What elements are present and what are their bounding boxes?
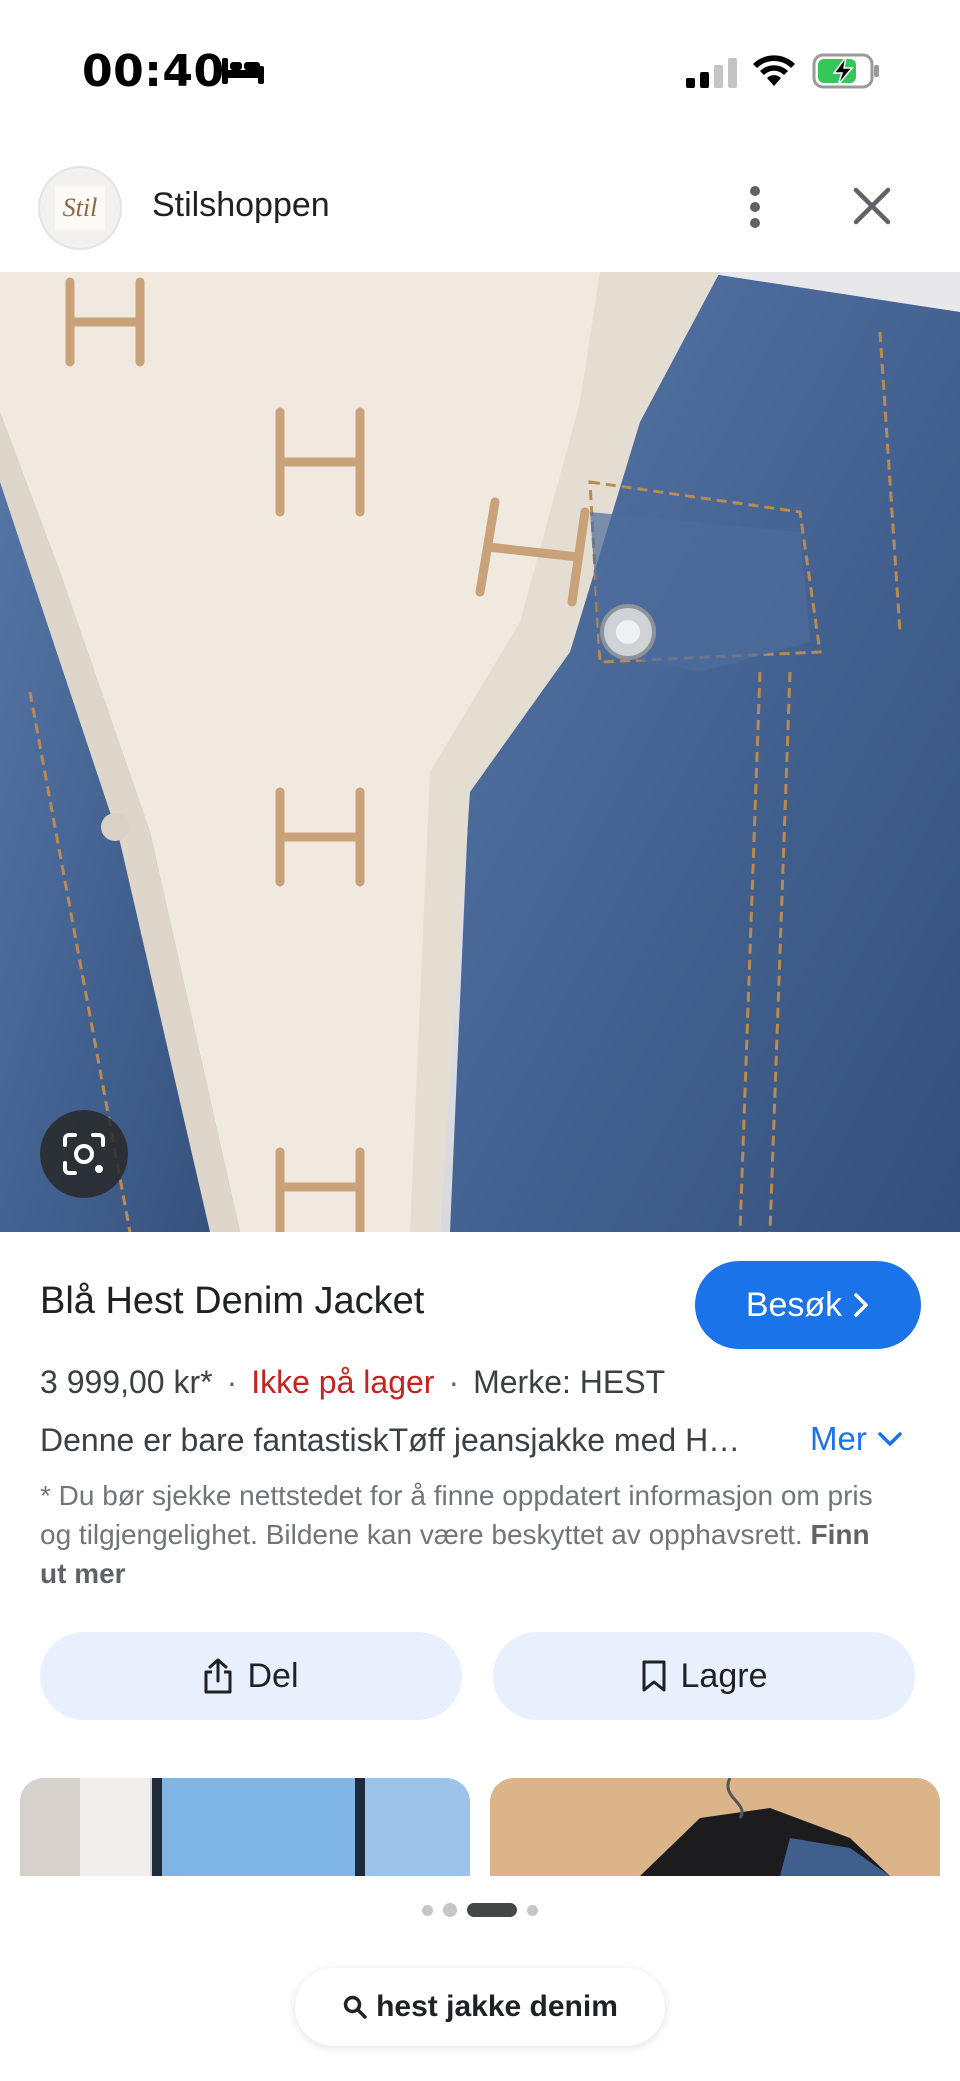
disclaimer-text: * Du bør sjekke nettstedet for å finne o… [40, 1480, 873, 1550]
pager-dot [422, 1904, 433, 1916]
pager-dot [527, 1904, 538, 1916]
related-thumbnail[interactable] [20, 1778, 470, 1876]
wifi-icon [753, 55, 795, 86]
save-button[interactable]: Lagre [493, 1632, 915, 1720]
pager-dots [0, 1900, 960, 1920]
product-brand: Merke: HEST [473, 1364, 666, 1400]
product-image[interactable] [0, 272, 960, 1232]
bookmark-icon [642, 1660, 666, 1692]
product-price: 3 999,00 kr* [40, 1364, 213, 1400]
chevron-down-icon [878, 1432, 902, 1446]
search-query-text: hest jakke denim [376, 1990, 618, 2023]
favicon-text: Stil [55, 186, 105, 230]
google-lens-icon [63, 1133, 105, 1175]
save-label: Lagre [680, 1656, 768, 1695]
pager-dot-active [467, 1903, 517, 1917]
product-description: Denne er bare fantastiskTøff jeansjakke … [40, 1422, 741, 1458]
share-button[interactable]: Del [40, 1632, 462, 1720]
battery-charging-icon [812, 53, 879, 89]
site-favicon[interactable]: Stil [38, 166, 122, 250]
close-icon[interactable] [848, 182, 896, 230]
lens-search-button[interactable] [40, 1110, 128, 1198]
source-name[interactable]: Stilshoppen [152, 186, 330, 225]
more-button-label: Mer [810, 1420, 867, 1457]
status-time: 00:40 [82, 46, 225, 97]
visit-button-label: Besøk [745, 1285, 843, 1324]
share-icon [204, 1658, 232, 1694]
signal-icon [686, 58, 737, 88]
disclaimer: * Du bør sjekke nettstedet for å finne o… [40, 1476, 900, 1593]
more-button[interactable]: Mer [810, 1420, 903, 1458]
visit-button[interactable]: Besøk [695, 1261, 921, 1349]
share-label: Del [247, 1656, 299, 1695]
search-icon [343, 1995, 367, 2019]
related-thumbnail[interactable] [490, 1778, 940, 1876]
pager-dot [443, 1903, 457, 1917]
separator: · [448, 1364, 460, 1400]
product-meta: 3 999,00 kr* · Ikke på lager · Merke: HEST [40, 1364, 665, 1401]
product-title: Blå Hest Denim Jacket [40, 1280, 425, 1322]
search-query-pill[interactable]: hest jakke denim [295, 1968, 665, 2046]
status-bar: 00:40 [0, 0, 960, 140]
source-header: Stil Stilshoppen [0, 140, 960, 272]
more-vert-icon[interactable] [740, 182, 770, 232]
stock-status: Ikke på lager [251, 1364, 435, 1400]
bed-icon [222, 58, 264, 84]
chevron-right-icon [854, 1293, 868, 1317]
separator: · [226, 1364, 238, 1400]
